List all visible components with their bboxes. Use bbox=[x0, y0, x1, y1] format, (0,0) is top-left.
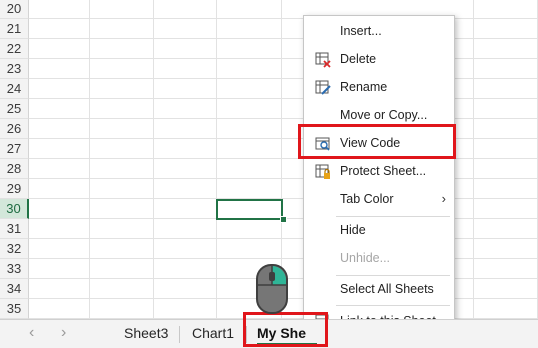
menu-item-label: Delete bbox=[340, 52, 377, 66]
menu-item-tab-color[interactable]: Tab Color › bbox=[304, 186, 454, 214]
menu-item-delete[interactable]: Delete bbox=[304, 46, 454, 74]
menu-item-label: Unhide... bbox=[340, 251, 391, 265]
menu-item-label: Tab Color bbox=[340, 192, 394, 206]
protect-sheet-icon bbox=[315, 164, 331, 180]
selected-cell[interactable] bbox=[216, 199, 283, 220]
column-divider bbox=[89, 0, 90, 319]
rename-sheet-icon bbox=[315, 80, 331, 96]
menu-item-label: Rename bbox=[340, 80, 388, 94]
row-header[interactable]: 25 bbox=[0, 99, 29, 119]
row-header[interactable]: 30 bbox=[0, 199, 29, 219]
row-gridline bbox=[29, 18, 538, 19]
row-header[interactable]: 27 bbox=[0, 139, 29, 159]
row-gridline bbox=[29, 198, 538, 199]
row-gridline bbox=[29, 58, 538, 59]
menu-item-label: Insert... bbox=[340, 24, 382, 38]
menu-item-insert[interactable]: Insert... bbox=[304, 18, 454, 46]
menu-item-label: Select All Sheets bbox=[340, 282, 434, 296]
row-header[interactable]: 26 bbox=[0, 119, 29, 139]
menu-item-select-all-sheets[interactable]: Select All Sheets bbox=[304, 276, 454, 304]
row-gridline bbox=[29, 158, 538, 159]
menu-item-label: Hide bbox=[340, 223, 366, 237]
row-header[interactable]: 28 bbox=[0, 159, 29, 179]
menu-item-rename[interactable]: Rename bbox=[304, 74, 454, 102]
menu-item-unhide: Unhide... bbox=[304, 245, 454, 273]
column-divider bbox=[473, 0, 474, 319]
row-gridline bbox=[29, 258, 538, 259]
row-gridline bbox=[29, 138, 538, 139]
row-header[interactable]: 20 bbox=[0, 0, 29, 19]
row-header[interactable]: 31 bbox=[0, 219, 29, 239]
menu-separator bbox=[336, 305, 450, 306]
tab-sheet3[interactable]: Sheet3 bbox=[124, 325, 168, 341]
view-code-highlight bbox=[298, 124, 456, 159]
row-header[interactable]: 23 bbox=[0, 59, 29, 79]
scroll-tabs-right-icon[interactable]: › bbox=[61, 324, 66, 342]
row-header[interactable]: 34 bbox=[0, 279, 29, 299]
tab-chart1[interactable]: Chart1 bbox=[192, 325, 234, 341]
row-header[interactable]: 29 bbox=[0, 179, 29, 199]
delete-sheet-icon bbox=[315, 52, 331, 68]
tab-divider bbox=[179, 326, 180, 343]
scroll-tabs-left-icon[interactable]: ‹ bbox=[29, 324, 34, 342]
menu-item-protect-sheet[interactable]: Protect Sheet... bbox=[304, 158, 454, 186]
row-header[interactable]: 22 bbox=[0, 39, 29, 59]
row-header[interactable]: 32 bbox=[0, 239, 29, 259]
row-gridline bbox=[29, 178, 538, 179]
row-header[interactable]: 35 bbox=[0, 299, 29, 319]
row-gridline bbox=[29, 98, 538, 99]
sheet-tab-context-menu: Insert... Delete Rename Move or Copy... … bbox=[303, 15, 455, 337]
active-tab-highlight bbox=[243, 312, 328, 347]
fill-handle[interactable] bbox=[280, 216, 287, 223]
row-gridline bbox=[29, 238, 538, 239]
menu-item-label: Protect Sheet... bbox=[340, 164, 427, 178]
column-divider bbox=[153, 0, 154, 319]
column-divider bbox=[216, 0, 217, 319]
row-header[interactable]: 21 bbox=[0, 19, 29, 39]
row-gridline bbox=[29, 78, 538, 79]
menu-item-label: Move or Copy... bbox=[340, 108, 428, 122]
row-header[interactable]: 33 bbox=[0, 259, 29, 279]
submenu-arrow-icon: › bbox=[441, 191, 446, 206]
right-click-mouse-icon bbox=[255, 263, 289, 315]
row-header[interactable]: 24 bbox=[0, 79, 29, 99]
menu-item-hide[interactable]: Hide bbox=[304, 217, 454, 245]
row-gridline bbox=[29, 38, 538, 39]
row-gridline bbox=[29, 118, 538, 119]
